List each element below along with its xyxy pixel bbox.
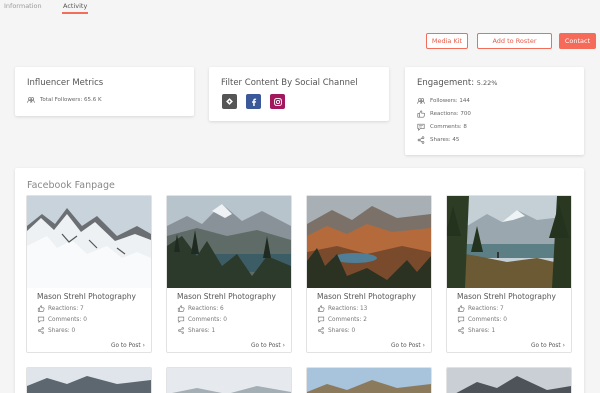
tiktok-icon bbox=[226, 98, 233, 105]
post-author: Mason Strehl Photography bbox=[317, 292, 416, 301]
post-shares: Shares: 0 bbox=[317, 327, 355, 334]
engagement-title: Engagement: 5.22% bbox=[417, 78, 498, 88]
add-to-roster-button[interactable]: Add to Roster bbox=[477, 33, 552, 49]
share-icon bbox=[178, 327, 184, 334]
influencer-metrics-title: Influencer Metrics bbox=[27, 78, 104, 88]
chevron-right-icon: › bbox=[422, 343, 425, 349]
thumbs-up-icon bbox=[457, 305, 465, 312]
total-followers-value: Total Followers: 65.6 K bbox=[40, 97, 102, 103]
instagram-filter-button[interactable] bbox=[270, 94, 285, 109]
tab-activity[interactable]: Activity bbox=[63, 2, 87, 10]
tab-bar: Information Activity bbox=[0, 0, 600, 14]
post-shares: Shares: 0 bbox=[37, 327, 75, 334]
post-card-partial[interactable] bbox=[26, 367, 152, 393]
active-tab-indicator bbox=[62, 12, 88, 14]
engagement-card: Engagement: 5.22% Followers: 144 Reactio… bbox=[405, 67, 584, 155]
post-image[interactable] bbox=[27, 196, 151, 288]
engagement-rate: 5.22% bbox=[476, 79, 498, 87]
post-comments: Comments: 0 bbox=[177, 316, 227, 323]
comment-icon bbox=[417, 123, 425, 131]
post-reactions: Reactions: 13 bbox=[317, 305, 367, 312]
thumbs-up-icon bbox=[177, 305, 185, 312]
go-to-post-link[interactable]: Go to Post › bbox=[111, 343, 145, 349]
users-icon bbox=[27, 97, 35, 103]
post-reactions: Reactions: 7 bbox=[37, 305, 84, 312]
comment-icon bbox=[457, 316, 465, 323]
filter-content-title: Filter Content By Social Channel bbox=[221, 78, 358, 88]
post-card: Mason Strehl Photography Reactions: 6 Co… bbox=[166, 195, 292, 353]
post-reactions: Reactions: 7 bbox=[457, 305, 504, 312]
post-author: Mason Strehl Photography bbox=[457, 292, 556, 301]
followers-row: Followers: 144 bbox=[417, 97, 470, 105]
post-card-partial[interactable] bbox=[166, 367, 292, 393]
post-reactions: Reactions: 6 bbox=[177, 305, 224, 312]
reactions-row: Reactions: 700 bbox=[417, 110, 471, 118]
total-followers-row: Total Followers: 65.6 K bbox=[27, 96, 102, 104]
facebook-filter-button[interactable] bbox=[246, 94, 261, 109]
go-to-post-link[interactable]: Go to Post › bbox=[391, 343, 425, 349]
chevron-right-icon: › bbox=[282, 343, 285, 349]
share-icon bbox=[318, 327, 324, 334]
comment-icon bbox=[37, 316, 45, 323]
post-shares: Shares: 1 bbox=[177, 327, 215, 334]
facebook-icon bbox=[251, 98, 256, 106]
post-image[interactable] bbox=[447, 196, 571, 288]
post-card-partial[interactable] bbox=[306, 367, 432, 393]
post-comments: Comments: 2 bbox=[317, 316, 367, 323]
comments-row: Comments: 8 bbox=[417, 123, 467, 131]
post-card: Mason Strehl Photography Reactions: 7 Co… bbox=[26, 195, 152, 353]
post-card: Mason Strehl Photography Reactions: 13 C… bbox=[306, 195, 432, 353]
users-icon bbox=[417, 98, 425, 104]
share-icon bbox=[38, 327, 44, 334]
post-image[interactable] bbox=[167, 196, 291, 288]
engagement-reactions: Reactions: 700 bbox=[430, 111, 471, 117]
share-icon bbox=[417, 136, 425, 144]
thumbs-up-icon bbox=[417, 110, 425, 118]
chevron-right-icon: › bbox=[142, 343, 145, 349]
post-comments: Comments: 0 bbox=[457, 316, 507, 323]
go-to-post-link[interactable]: Go to Post › bbox=[251, 343, 285, 349]
tab-information[interactable]: Information bbox=[4, 2, 42, 10]
post-comments: Comments: 0 bbox=[37, 316, 87, 323]
engagement-comments: Comments: 8 bbox=[430, 124, 467, 130]
post-card: Mason Strehl Photography Reactions: 7 Co… bbox=[446, 195, 572, 353]
post-image[interactable] bbox=[307, 196, 431, 288]
share-icon bbox=[458, 327, 464, 334]
post-author: Mason Strehl Photography bbox=[37, 292, 136, 301]
contact-button[interactable]: Contact bbox=[559, 33, 596, 49]
influencer-metrics-card: Influencer Metrics Total Followers: 65.6… bbox=[15, 67, 194, 116]
media-kit-button[interactable]: Media Kit bbox=[426, 33, 468, 49]
thumbs-up-icon bbox=[37, 305, 45, 312]
post-author: Mason Strehl Photography bbox=[177, 292, 276, 301]
section-title: Facebook Fanpage bbox=[27, 180, 115, 191]
post-shares: Shares: 1 bbox=[457, 327, 495, 334]
tiktok-filter-button[interactable] bbox=[222, 94, 237, 109]
post-card-partial[interactable] bbox=[446, 367, 572, 393]
shares-row: Shares: 45 bbox=[417, 136, 459, 144]
engagement-shares: Shares: 45 bbox=[430, 137, 460, 143]
chevron-right-icon: › bbox=[562, 343, 565, 349]
go-to-post-link[interactable]: Go to Post › bbox=[531, 343, 565, 349]
comment-icon bbox=[177, 316, 185, 323]
comment-icon bbox=[317, 316, 325, 323]
instagram-icon bbox=[273, 97, 282, 106]
thumbs-up-icon bbox=[317, 305, 325, 312]
engagement-followers: Followers: 144 bbox=[430, 98, 470, 104]
